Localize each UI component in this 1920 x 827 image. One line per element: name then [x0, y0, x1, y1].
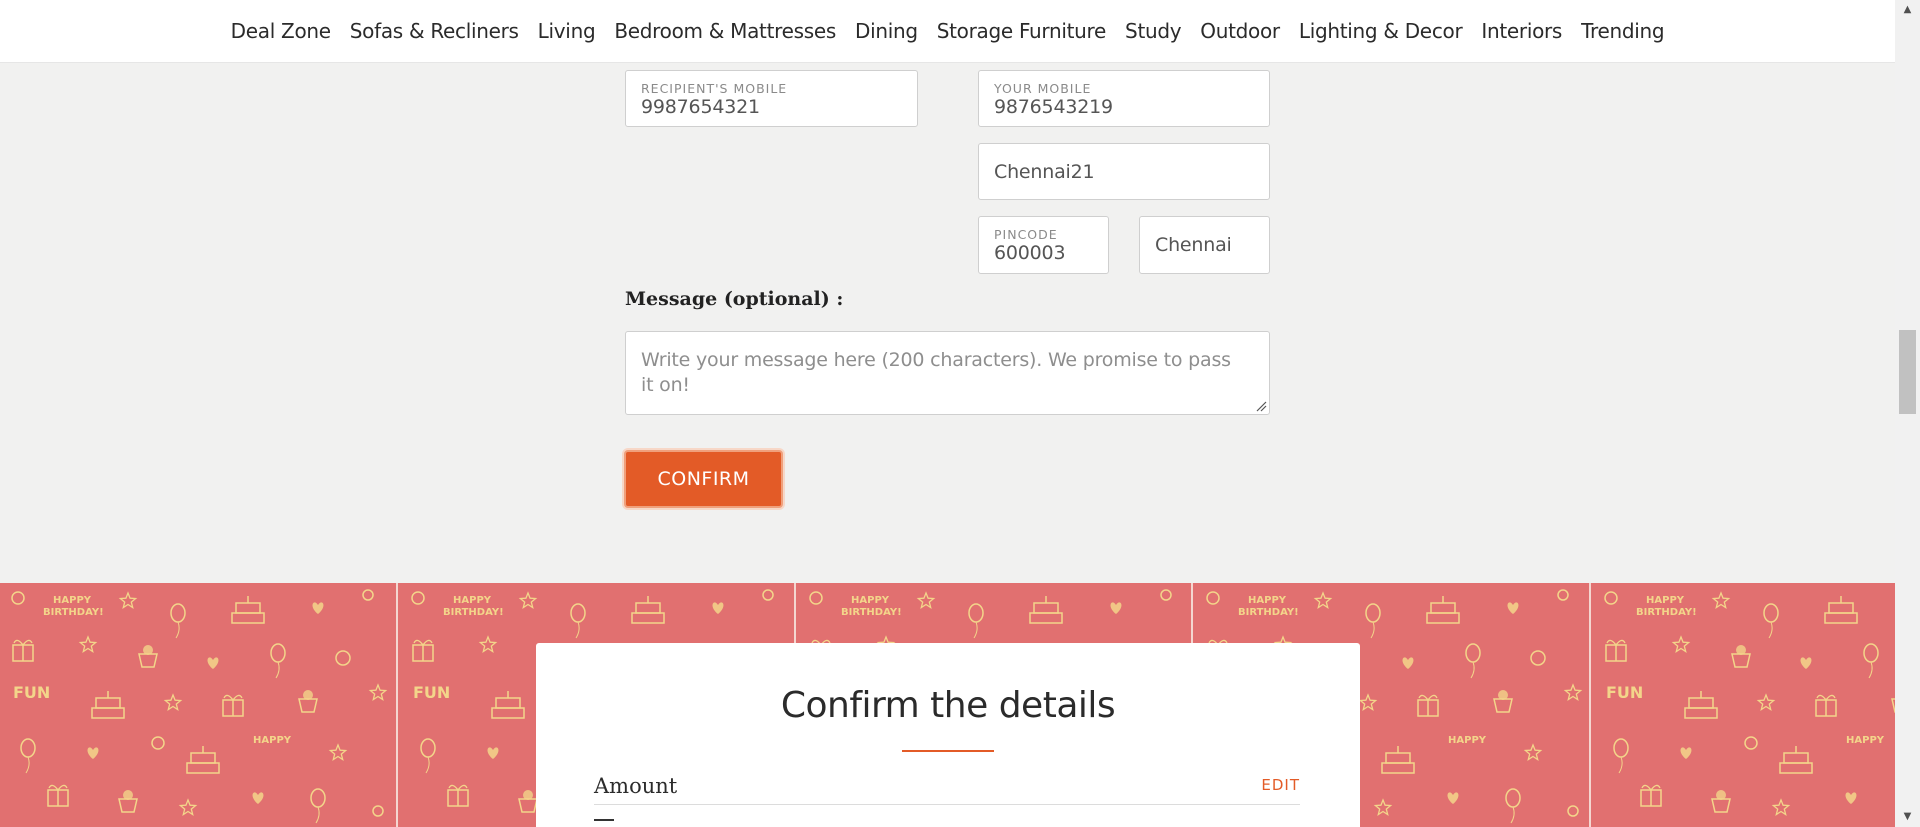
- nav-item-trending[interactable]: Trending: [1572, 19, 1674, 43]
- confirm-button[interactable]: CONFIRM: [624, 450, 783, 508]
- recipient-mobile-label: RECIPIENT'S MOBILE: [641, 81, 788, 96]
- svg-text:HAPPY: HAPPY: [1646, 595, 1685, 606]
- svg-text:HAPPY: HAPPY: [1846, 735, 1885, 746]
- message-placeholder: Write your message here (200 characters)…: [641, 349, 1231, 396]
- scroll-up-icon[interactable]: ▲: [1895, 0, 1920, 20]
- birthday-pattern: HAPPYBIRTHDAY!FUNHAPPY: [11, 589, 388, 824]
- svg-text:HAPPY: HAPPY: [53, 595, 92, 606]
- nav-item-study[interactable]: Study: [1116, 19, 1191, 43]
- svg-text:FUN: FUN: [13, 683, 50, 702]
- svg-text:BIRTHDAY!: BIRTHDAY!: [1238, 607, 1299, 618]
- banner-tile: HAPPYBIRTHDAY!FUNHAPPY: [0, 583, 394, 827]
- svg-text:HAPPY: HAPPY: [1248, 595, 1287, 606]
- your-mobile-field[interactable]: YOUR MOBILE 9876543219: [978, 70, 1270, 127]
- nav-item-storage-furniture[interactable]: Storage Furniture: [927, 19, 1115, 43]
- pincode-field[interactable]: PINCODE 600003: [978, 216, 1109, 274]
- resize-handle-icon[interactable]: [1255, 400, 1267, 412]
- nav-item-dining[interactable]: Dining: [845, 19, 927, 43]
- nav-item-deal-zone[interactable]: Deal Zone: [221, 19, 340, 43]
- title-underline: [902, 750, 994, 752]
- banner-tile: HAPPYBIRTHDAY!FUNHAPPY: [1589, 583, 1895, 827]
- address-value: Chennai21: [994, 160, 1095, 183]
- scroll-down-icon[interactable]: ▼: [1895, 807, 1920, 827]
- nav-item-bedroom-mattresses[interactable]: Bedroom & Mattresses: [605, 19, 846, 43]
- message-label: Message (optional) :: [625, 288, 844, 310]
- svg-text:FUN: FUN: [413, 683, 450, 702]
- svg-text:HAPPY: HAPPY: [253, 735, 292, 746]
- pincode-label: PINCODE: [994, 227, 1058, 242]
- svg-text:BIRTHDAY!: BIRTHDAY!: [1636, 607, 1697, 618]
- nav-item-outdoor[interactable]: Outdoor: [1191, 19, 1290, 43]
- message-textarea[interactable]: Write your message here (200 characters)…: [625, 331, 1270, 415]
- edit-amount-link[interactable]: EDIT: [1261, 776, 1300, 794]
- confirm-details-title: Confirm the details: [780, 685, 1116, 726]
- svg-text:BIRTHDAY!: BIRTHDAY!: [43, 607, 104, 618]
- card-divider: [594, 804, 1300, 805]
- your-mobile-label: YOUR MOBILE: [994, 81, 1092, 96]
- nav-item-interiors[interactable]: Interiors: [1472, 19, 1572, 43]
- svg-text:BIRTHDAY!: BIRTHDAY!: [841, 607, 902, 618]
- nav-item-sofas-recliners[interactable]: Sofas & Recliners: [340, 19, 528, 43]
- recipient-mobile-field[interactable]: RECIPIENT'S MOBILE 9987654321: [625, 70, 918, 127]
- your-mobile-value: 9876543219: [994, 96, 1113, 118]
- nav-item-living[interactable]: Living: [528, 19, 605, 43]
- city-value: Chennai: [1155, 234, 1232, 256]
- next-row-fragment: [594, 819, 614, 827]
- recipient-mobile-value: 9987654321: [641, 96, 760, 118]
- scroll-thumb[interactable]: [1899, 330, 1916, 414]
- amount-label: Amount: [594, 774, 678, 798]
- page-scrollbar[interactable]: ▲ ▼: [1895, 0, 1920, 827]
- birthday-pattern: HAPPYBIRTHDAY!FUNHAPPY: [1604, 591, 1895, 816]
- top-nav: Deal Zone Sofas & Recliners Living Bedro…: [0, 0, 1895, 63]
- svg-text:FUN: FUN: [1606, 683, 1643, 702]
- svg-text:HAPPY: HAPPY: [1448, 735, 1487, 746]
- confirm-details-card: Confirm the details Amount EDIT: [536, 643, 1360, 827]
- city-field[interactable]: Chennai: [1139, 216, 1270, 274]
- svg-text:BIRTHDAY!: BIRTHDAY!: [443, 607, 504, 618]
- nav-item-lighting-decor[interactable]: Lighting & Decor: [1289, 19, 1472, 43]
- svg-text:HAPPY: HAPPY: [453, 595, 492, 606]
- svg-text:HAPPY: HAPPY: [851, 595, 890, 606]
- pincode-value: 600003: [994, 242, 1066, 264]
- address-field[interactable]: Chennai21: [978, 143, 1270, 200]
